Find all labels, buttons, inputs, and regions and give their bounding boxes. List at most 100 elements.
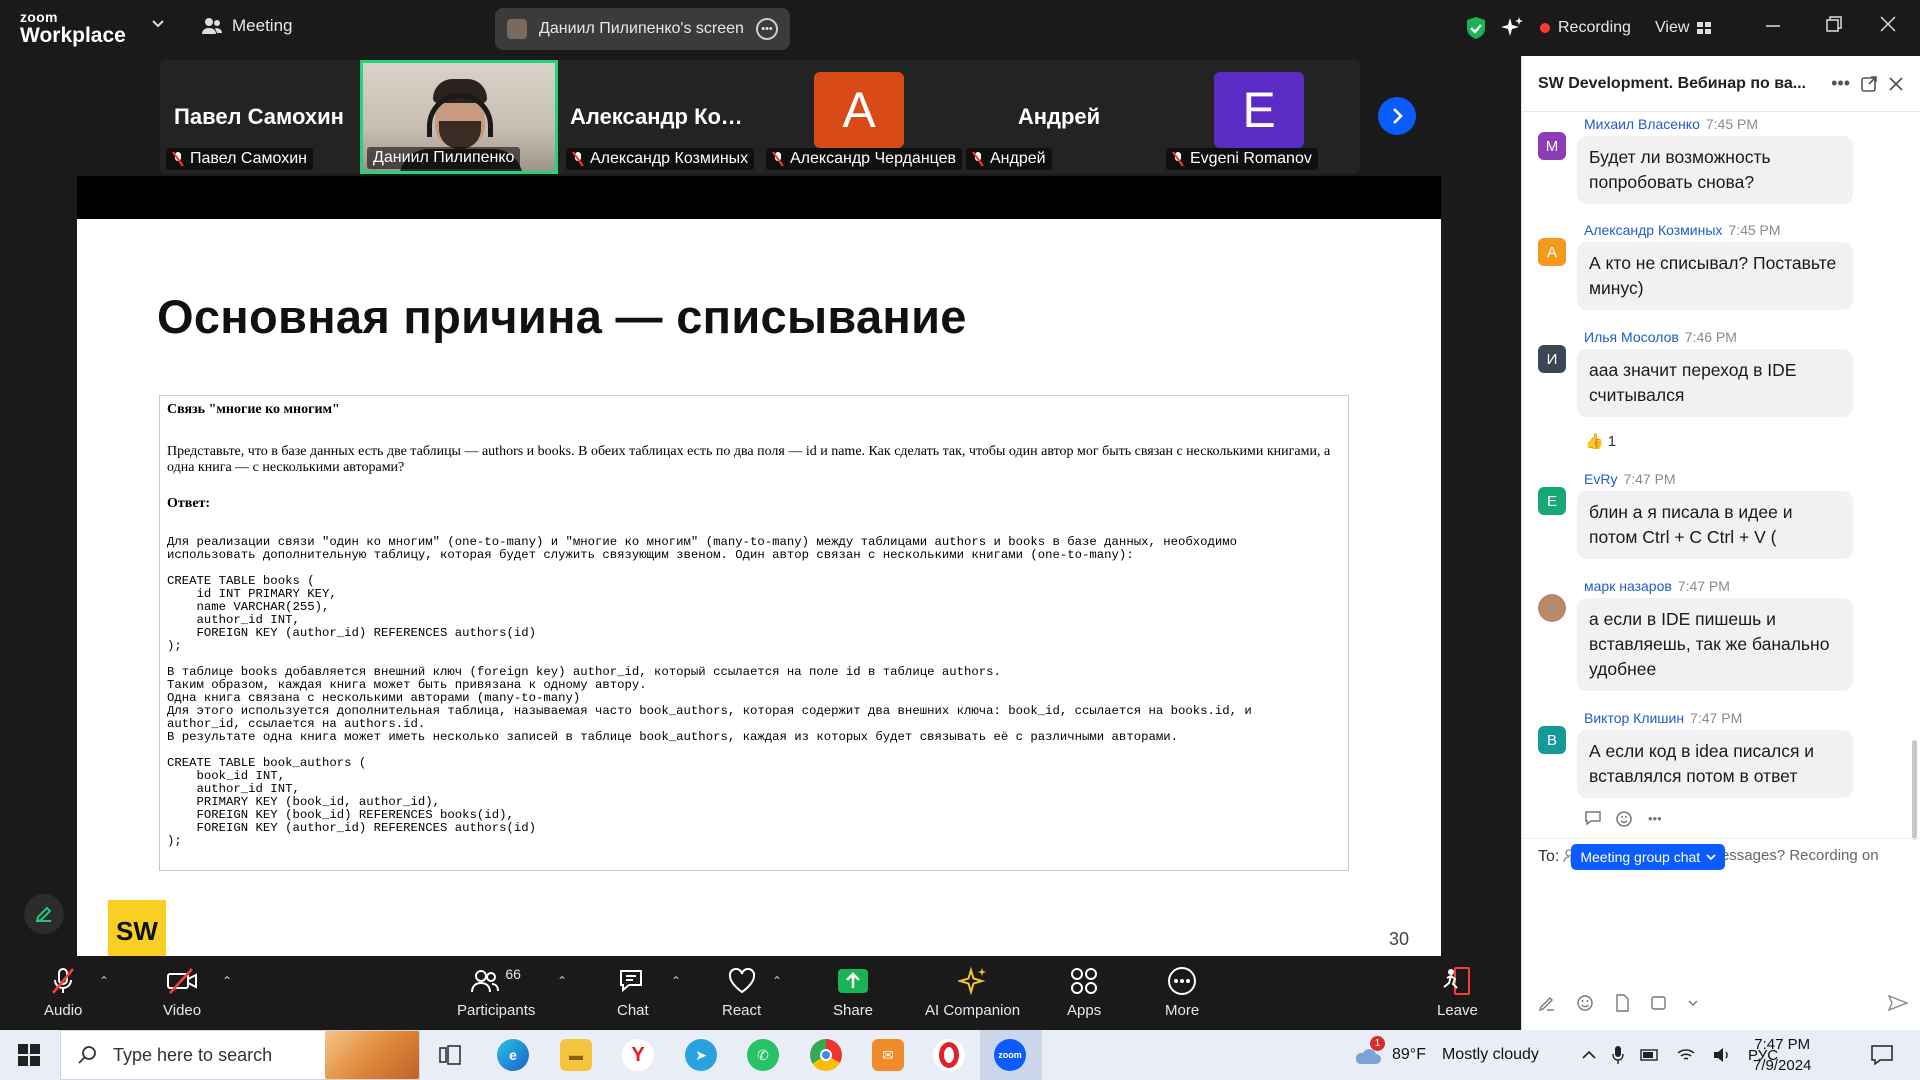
opera-icon[interactable] bbox=[933, 1039, 965, 1071]
taskbar-clock[interactable]: 7:47 PM 7/9/2024 bbox=[1753, 1034, 1811, 1076]
screenshot-icon[interactable] bbox=[1650, 994, 1668, 1012]
more-button[interactable]: More bbox=[1165, 966, 1199, 1019]
participant-tile[interactable]: A Александр Черданцев bbox=[760, 60, 963, 174]
apps-button[interactable]: Apps bbox=[1067, 966, 1101, 1019]
windows-taskbar: Type here to search e ▬ Y ➤ ✆ ✉ zoom 1 8… bbox=[0, 1030, 1920, 1080]
close-icon[interactable] bbox=[1879, 14, 1897, 34]
participant-name: Александр Козминых bbox=[590, 150, 749, 167]
participant-tile[interactable]: Павел Самохин Павел Самохин bbox=[160, 60, 358, 174]
leave-button[interactable]: Leave bbox=[1437, 966, 1478, 1019]
shield-icon[interactable] bbox=[1465, 0, 1487, 56]
more-options-icon[interactable]: ••• bbox=[756, 18, 778, 40]
presenter-avatar bbox=[507, 19, 527, 39]
presentation-slide: Основная причина — списывание Связь "мно… bbox=[77, 219, 1441, 956]
mic-muted-icon bbox=[172, 151, 184, 167]
recipient-selector[interactable]: Meeting group chat bbox=[1571, 844, 1726, 870]
video-button[interactable]: Video bbox=[163, 966, 201, 1019]
share-screen-icon bbox=[837, 966, 869, 996]
message-reaction[interactable]: 👍 1 bbox=[1585, 432, 1616, 451]
participants-button[interactable]: 66 Participants bbox=[457, 966, 535, 1019]
file-explorer-icon[interactable]: ▬ bbox=[560, 1039, 592, 1071]
meeting-menu[interactable]: Meeting bbox=[202, 16, 292, 36]
add-reaction-icon[interactable] bbox=[1616, 810, 1634, 828]
chat-panel: SW Development. Вебинар по ва... ••• М М… bbox=[1521, 56, 1920, 1030]
react-button[interactable]: React bbox=[722, 966, 761, 1019]
video-options-caret[interactable]: ⌃ bbox=[222, 974, 232, 988]
chat-options-caret[interactable]: ⌃ bbox=[671, 974, 681, 988]
logo-line2: Workplace bbox=[20, 24, 126, 47]
message-actions: ••• bbox=[1584, 810, 1662, 828]
yandex-browser-icon[interactable]: Y bbox=[622, 1039, 654, 1071]
format-icon[interactable] bbox=[1538, 994, 1556, 1012]
emoji-icon[interactable] bbox=[1576, 994, 1594, 1012]
leave-label: Leave bbox=[1437, 1002, 1478, 1019]
zoom-icon[interactable]: zoom bbox=[994, 1039, 1026, 1071]
top-bar: zoom Workplace Meeting Даниил Пилипенко'… bbox=[0, 0, 1920, 56]
chevron-down-icon[interactable] bbox=[1688, 994, 1698, 1012]
doc-code-books: CREATE TABLE books ( id INT PRIMARY KEY,… bbox=[167, 574, 536, 653]
gallery-next-button[interactable] bbox=[1378, 97, 1416, 135]
message-bubble[interactable]: а если в IDE пишешь и вставляешь, так же… bbox=[1577, 598, 1853, 691]
taskbar-search-box[interactable]: Type here to search bbox=[60, 1030, 420, 1080]
chat-scrollbar[interactable] bbox=[1912, 740, 1917, 840]
sender-name[interactable]: Александр Козминых bbox=[1584, 222, 1722, 238]
more-icon[interactable]: ••• bbox=[1831, 73, 1850, 94]
chevron-down-icon[interactable] bbox=[152, 20, 164, 28]
recording-indicator[interactable]: Recording bbox=[1540, 0, 1631, 56]
battery-icon[interactable] bbox=[1640, 1048, 1660, 1062]
chat-button[interactable]: Chat bbox=[617, 966, 649, 1019]
sender-name[interactable]: Илья Мосолов bbox=[1584, 329, 1679, 345]
edge-icon[interactable]: e bbox=[497, 1039, 529, 1071]
audio-label: Audio bbox=[44, 1002, 83, 1019]
annotate-pencil-button[interactable] bbox=[24, 894, 64, 934]
audio-button[interactable]: Audio bbox=[44, 966, 82, 1019]
reply-icon[interactable] bbox=[1584, 810, 1602, 828]
pop-out-icon[interactable] bbox=[1860, 75, 1878, 93]
telegram-icon[interactable]: ➤ bbox=[685, 1039, 717, 1071]
wifi-icon[interactable] bbox=[1676, 1047, 1696, 1063]
participant-tile-active-speaker[interactable]: Даниил Пилипенко bbox=[360, 60, 558, 174]
sender-name[interactable]: Виктор Клишин bbox=[1584, 710, 1684, 726]
sparkle-icon[interactable] bbox=[1500, 0, 1524, 56]
message-bubble[interactable]: Будет ли возможность попробовать снова? bbox=[1577, 136, 1853, 204]
minimize-icon[interactable] bbox=[1765, 14, 1781, 34]
message-bubble[interactable]: ааа значит переход в IDE считывался bbox=[1577, 349, 1853, 417]
sender-name[interactable]: марк назаров bbox=[1584, 578, 1672, 594]
close-icon[interactable] bbox=[1888, 76, 1904, 92]
chevron-up-icon[interactable] bbox=[1582, 1050, 1596, 1060]
recording-dot-icon bbox=[1540, 23, 1550, 33]
chat-header: SW Development. Вебинар по ва... ••• bbox=[1522, 56, 1920, 112]
message-time: 7:45 PM bbox=[1705, 116, 1759, 132]
screen-share-indicator[interactable]: Даниил Пилипенко's screen ••• bbox=[495, 8, 790, 50]
audio-options-caret[interactable]: ⌃ bbox=[99, 974, 109, 988]
message-bubble[interactable]: А кто не списывал? Поставьте минус) bbox=[1577, 242, 1853, 310]
message-bubble[interactable]: А если код в idea писался и вставлялся п… bbox=[1577, 730, 1853, 798]
ai-companion-button[interactable]: AI Companion bbox=[925, 966, 1020, 1019]
notification-icon[interactable] bbox=[1870, 1044, 1894, 1066]
more-actions-icon[interactable]: ••• bbox=[1648, 810, 1662, 828]
sender-name[interactable]: EvRy bbox=[1584, 471, 1617, 487]
view-button[interactable]: View bbox=[1655, 0, 1712, 56]
sender-name[interactable]: Михаил Власенко bbox=[1584, 116, 1700, 132]
speaker-icon[interactable] bbox=[1712, 1047, 1732, 1063]
share-label: Share bbox=[833, 1002, 874, 1019]
search-icon bbox=[77, 1045, 97, 1065]
whatsapp-icon[interactable]: ✆ bbox=[747, 1039, 779, 1071]
message-bubble[interactable]: блин а я писала в идее и потом Ctrl + C … bbox=[1577, 491, 1853, 559]
participant-tile[interactable]: Александр Коз... Александр Козминых bbox=[560, 60, 758, 174]
restore-icon[interactable] bbox=[1825, 14, 1843, 34]
participant-tile[interactable]: Андрей Андрей bbox=[960, 60, 1158, 174]
file-icon[interactable] bbox=[1614, 994, 1630, 1012]
mail-icon[interactable]: ✉ bbox=[872, 1039, 904, 1071]
participant-tile[interactable]: E Evgeni Romanov bbox=[1160, 60, 1358, 174]
zoom-workplace-logo[interactable]: zoom Workplace bbox=[20, 10, 126, 46]
send-icon[interactable] bbox=[1888, 994, 1908, 1012]
weather-widget[interactable]: 1 89°F Mostly cloudy bbox=[1352, 1030, 1539, 1080]
react-options-caret[interactable]: ⌃ bbox=[772, 974, 782, 988]
microphone-icon[interactable] bbox=[1612, 1045, 1624, 1065]
task-view-icon[interactable] bbox=[434, 1039, 466, 1071]
participants-options-caret[interactable]: ⌃ bbox=[557, 974, 567, 988]
chrome-icon[interactable] bbox=[810, 1039, 842, 1071]
share-button[interactable]: Share bbox=[833, 966, 873, 1019]
windows-start-icon[interactable] bbox=[18, 1044, 40, 1066]
